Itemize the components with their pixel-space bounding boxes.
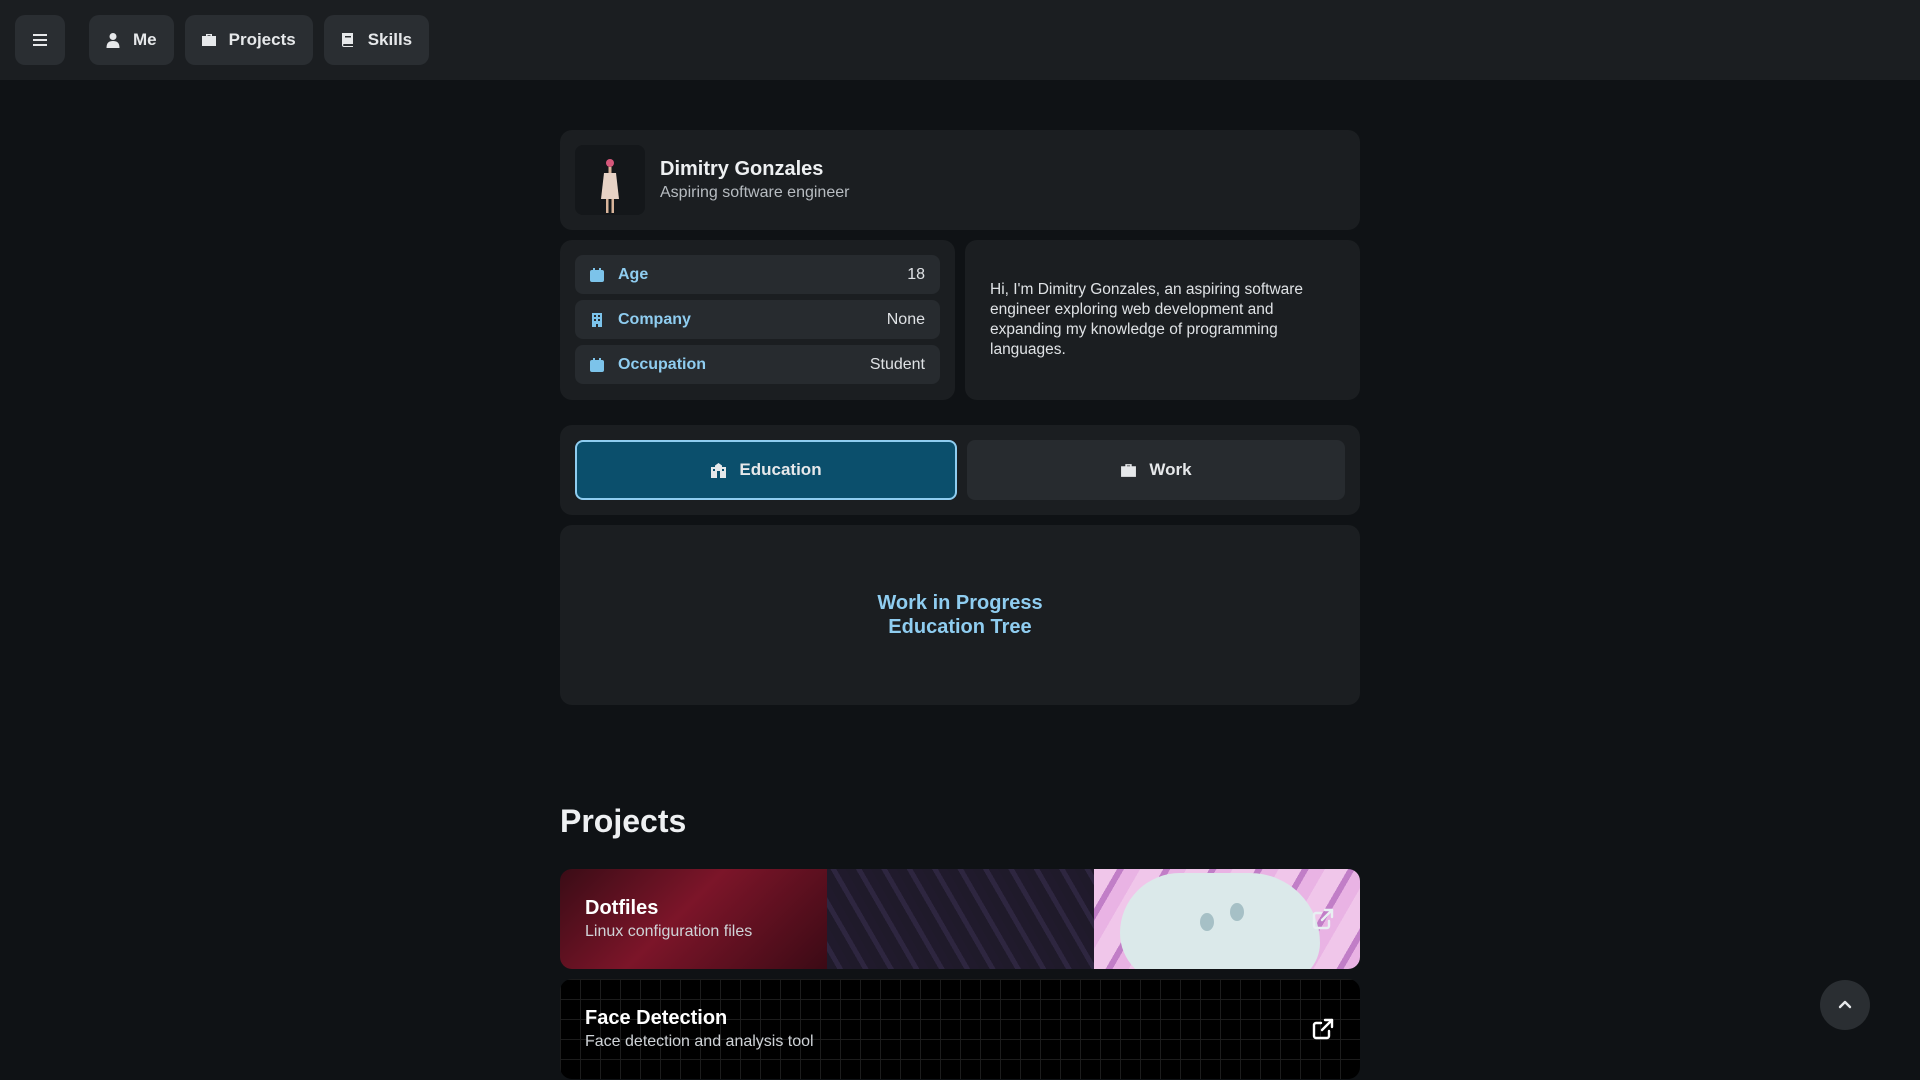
user-icon <box>106 33 120 48</box>
education-panel: Work in Progress Education Tree <box>560 525 1360 705</box>
bio-card: Hi, I'm Dimitry Gonzales, an aspiring so… <box>965 240 1360 400</box>
avatar <box>575 145 645 215</box>
profile-card: Dimitry Gonzales Aspiring software engin… <box>560 130 1360 230</box>
nav-skills-label: Skills <box>367 30 413 49</box>
info-value-age: 18 <box>907 265 925 283</box>
main-nav: Me Projects Skills <box>89 15 430 65</box>
hamburger-icon <box>33 34 47 46</box>
cloud-illustration <box>1120 873 1320 969</box>
tab-education[interactable]: Education <box>575 440 957 500</box>
info-row-company: Company None <box>575 300 940 339</box>
projects-heading: Projects <box>560 803 687 839</box>
nav-projects-button[interactable]: Projects <box>184 15 313 65</box>
wip-subtitle: Education Tree <box>888 616 1032 638</box>
avatar-figure-icon <box>601 159 619 213</box>
book-icon <box>341 33 353 47</box>
profile-role: Aspiring software engineer <box>660 184 850 201</box>
top-bar: Me Projects Skills <box>0 0 1920 80</box>
project-title: Dotfiles <box>585 897 659 919</box>
tab-work[interactable]: Work <box>967 440 1345 500</box>
chevron-up-icon <box>1838 1000 1852 1009</box>
nav-skills-button[interactable]: Skills <box>323 15 430 65</box>
tab-work-label: Work <box>1149 460 1192 479</box>
nav-projects-label: Projects <box>228 30 296 49</box>
briefcase-icon <box>201 34 216 46</box>
briefcase-icon <box>1121 463 1137 477</box>
info-card: Age 18 Company None Occupation Student <box>560 240 955 400</box>
menu-button[interactable] <box>15 15 65 65</box>
project-description: Face detection and analysis tool <box>585 1033 814 1050</box>
info-row-age: Age 18 <box>575 255 940 294</box>
nav-me-label: Me <box>133 30 157 49</box>
info-label-occupation: Occupation <box>618 355 707 373</box>
bio-text: Hi, I'm Dimitry Gonzales, an aspiring so… <box>990 281 1304 358</box>
info-label-age: Age <box>618 265 649 283</box>
external-link-icon[interactable] <box>1311 907 1335 931</box>
building-icon <box>592 312 602 327</box>
external-link-icon[interactable] <box>1311 1017 1335 1041</box>
info-value-company: None <box>886 310 925 328</box>
info-label-company: Company <box>618 310 691 328</box>
calendar-icon <box>590 357 604 372</box>
project-card-dotfiles[interactable]: Dotfiles Linux configuration files <box>560 869 1360 969</box>
calendar-icon <box>590 267 604 282</box>
project-title: Face Detection <box>585 1007 728 1029</box>
project-card-face-detection[interactable]: Face Detection Face detection and analys… <box>560 979 1360 1079</box>
tab-education-label: Education <box>739 460 822 479</box>
wip-title: Work in Progress <box>877 592 1043 614</box>
school-icon <box>711 462 727 478</box>
info-row-occupation: Occupation Student <box>575 345 940 384</box>
info-value-occupation: Student <box>869 355 925 373</box>
scroll-to-top-button[interactable] <box>1820 980 1870 1030</box>
project-thumbnail-2 <box>827 869 1094 969</box>
project-description: Linux configuration files <box>585 923 753 940</box>
tabs-card: Education Work <box>560 425 1360 515</box>
nav-me-button[interactable]: Me <box>89 15 174 65</box>
profile-name: Dimitry Gonzales <box>660 158 824 180</box>
